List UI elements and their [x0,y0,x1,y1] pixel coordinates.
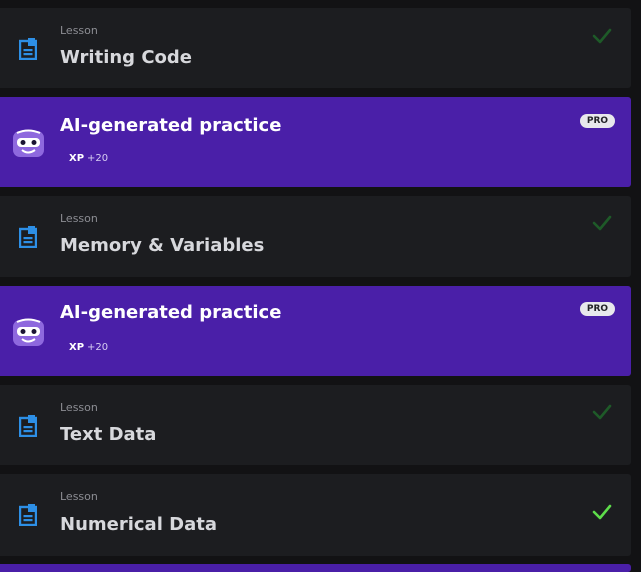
lesson-label: Lesson [60,401,98,414]
xp-value: +20 [87,342,109,353]
ai-practice-row[interactable]: AI-generated practice XP +20 PRO [0,286,631,376]
practice-title: AI-generated practice [60,302,282,323]
lesson-row-memory-variables[interactable]: Lesson Memory & Variables [0,196,631,277]
practice-title: AI-generated practice [60,115,282,136]
xp-label: XP [69,153,85,164]
xp-reward: XP +20 [69,153,108,164]
pro-badge: PRO [580,302,615,316]
robot-icon [13,129,44,157]
document-icon [19,226,37,248]
document-icon [19,38,37,60]
check-icon [592,404,612,420]
ai-practice-row[interactable]: AI-generated practice XP +20 PRO [0,97,631,187]
xp-label: XP [69,342,85,353]
lesson-label: Lesson [60,212,98,225]
document-icon [19,415,37,437]
lesson-title: Text Data [60,424,157,445]
lesson-row-text-data[interactable]: Lesson Text Data [0,385,631,465]
ai-practice-row-partial[interactable] [0,564,631,572]
check-icon [592,28,612,44]
document-icon [19,504,37,526]
robot-icon [13,318,44,346]
xp-value: +20 [87,153,109,164]
lesson-label: Lesson [60,24,98,37]
lesson-row-writing-code[interactable]: Lesson Writing Code [0,8,631,88]
lesson-title: Memory & Variables [60,235,265,256]
lesson-title: Numerical Data [60,514,217,535]
check-icon [592,215,612,231]
lesson-row-numerical-data[interactable]: Lesson Numerical Data [0,474,631,556]
check-icon [592,504,612,520]
lesson-title: Writing Code [60,47,192,68]
lesson-label: Lesson [60,490,98,503]
pro-badge: PRO [580,114,615,128]
xp-reward: XP +20 [69,342,108,353]
